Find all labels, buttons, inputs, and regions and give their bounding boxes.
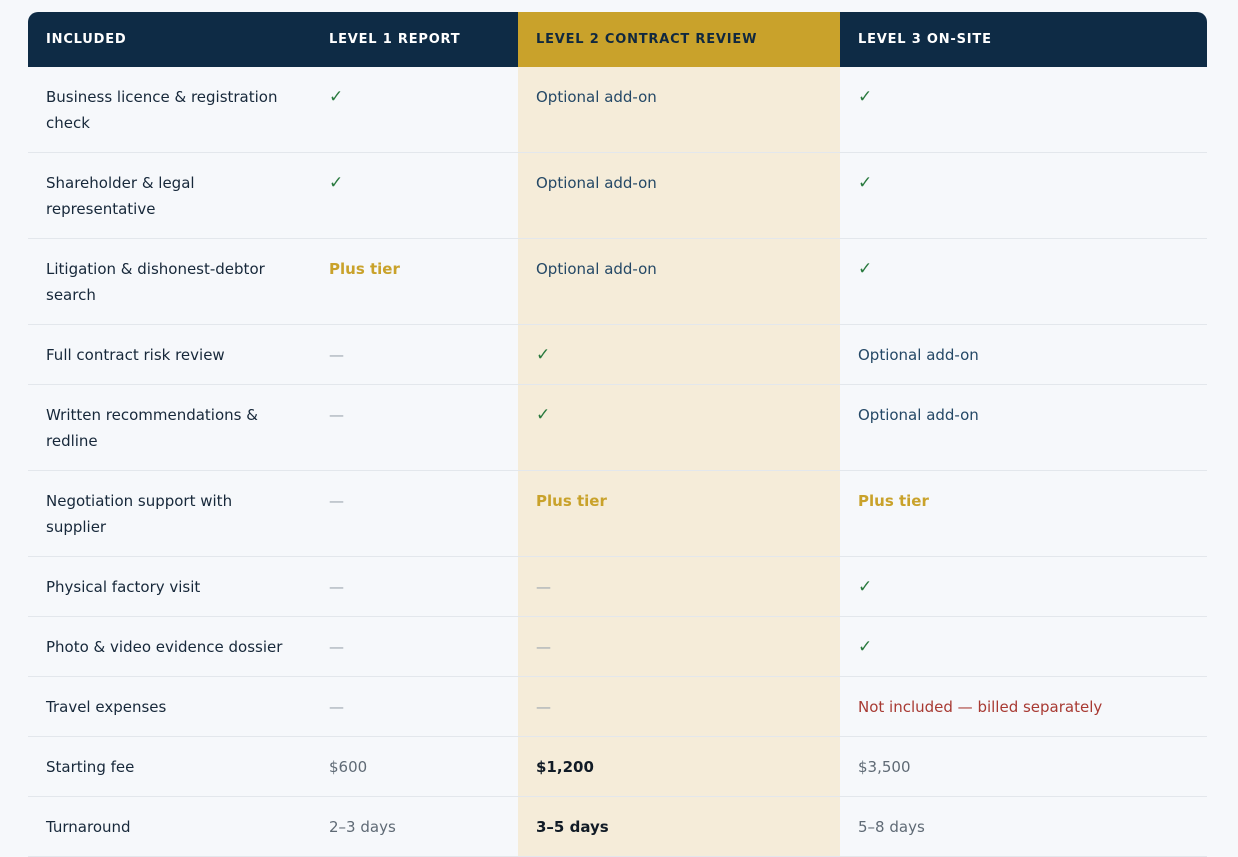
not-available-dash: — [536,698,551,716]
check-icon: ✓ [858,637,873,657]
level-2-cell: Optional add-on [518,152,840,239]
value-text: $600 [329,758,368,776]
optional-addon-text: Optional add-on [858,346,979,364]
plus-tier-badge: Plus tier [536,492,607,510]
optional-addon-text: Optional add-on [536,174,657,192]
service-comparison-table: INCLUDED LEVEL 1 REPORT LEVEL 2 CONTRACT… [28,12,1207,857]
not-available-dash: — [329,698,344,716]
table-row: Full contract risk review — ✓ Optional add-… [28,324,1207,385]
check-icon: ✓ [858,173,873,193]
level-1-cell: ✓ [311,67,518,153]
plus-tier-badge: Plus tier [858,492,929,510]
value-text: 3–5 days [536,818,609,836]
level-3-cell: $3,500 [840,736,1207,797]
level-1-cell: 2–3 days [311,796,518,857]
level-2-cell: ✓ [518,384,840,471]
row-label: Full contract risk review [28,324,311,385]
level-3-cell: 5–8 days [840,796,1207,857]
not-available-dash: — [329,406,344,424]
level-2-cell: ✓ [518,324,840,385]
row-label: Starting fee [28,736,311,797]
table-row: Negotiation support with supplier — Plus t… [28,470,1207,557]
table-row: Physical factory visit — — ✓ [28,556,1207,617]
not-available-dash: — [329,638,344,656]
level-2-cell: $1,200 [518,736,840,797]
row-label: Negotiation support with supplier [28,470,311,557]
level-3-cell: ✓ [840,67,1207,153]
level-2-cell: Plus tier [518,470,840,557]
level-2-cell: — [518,676,840,737]
level-1-cell: — [311,470,518,557]
header-level-2: LEVEL 2 CONTRACT REVIEW [518,12,840,67]
optional-addon-text: Optional add-on [858,406,979,424]
level-3-cell: ✓ [840,238,1207,325]
row-label: Litigation & dishonest-debtor search [28,238,311,325]
level-3-cell: Optional add-on [840,324,1207,385]
row-label: Shareholder & legal representative [28,152,311,239]
value-text: $1,200 [536,758,594,776]
table-row: Litigation & dishonest-debtor search Plus… [28,238,1207,325]
not-available-dash: — [329,346,344,364]
row-label: Photo & video evidence dossier [28,616,311,677]
table-row: Turnaround 2–3 days 3–5 days 5–8 days [28,796,1207,857]
row-label: Business licence & registration check [28,67,311,153]
level-1-cell: — [311,384,518,471]
level-3-cell: ✓ [840,152,1207,239]
level-3-cell: Not included — billed separately [840,676,1207,737]
level-2-cell: 3–5 days [518,796,840,857]
level-3-cell: ✓ [840,556,1207,617]
check-icon: ✓ [329,87,344,107]
header-included: INCLUDED [28,12,311,67]
level-3-cell: Plus tier [840,470,1207,557]
row-label: Physical factory visit [28,556,311,617]
level-2-cell: — [518,616,840,677]
value-text: 2–3 days [329,818,396,836]
row-label: Travel expenses [28,676,311,737]
optional-addon-text: Optional add-on [536,260,657,278]
table-body: Business licence & registration check ✓ Op… [28,67,1207,857]
header-row: INCLUDED LEVEL 1 REPORT LEVEL 2 CONTRACT… [28,12,1207,67]
table-row: Shareholder & legal representative ✓ Optio… [28,152,1207,239]
not-available-dash: — [329,492,344,510]
header-level-3: LEVEL 3 ON-SITE [840,12,1207,67]
row-label: Turnaround [28,796,311,857]
table-header: INCLUDED LEVEL 1 REPORT LEVEL 2 CONTRACT… [28,12,1207,67]
not-available-dash: — [329,578,344,596]
row-label: Written recommendations & redline [28,384,311,471]
table-row: Written recommendations & redline — ✓ Optio… [28,384,1207,471]
level-1-cell: — [311,556,518,617]
level-2-cell: Optional add-on [518,238,840,325]
level-1-cell: ✓ [311,152,518,239]
check-icon: ✓ [536,345,551,365]
level-1-cell: — [311,616,518,677]
not-available-dash: — [536,638,551,656]
table-row: Business licence & registration check ✓ Op… [28,67,1207,153]
level-2-cell: — [518,556,840,617]
table-row: Starting fee $600 $1,200 $3,500 [28,736,1207,797]
value-text: $3,500 [858,758,911,776]
table-row: Photo & video evidence dossier — — ✓ [28,616,1207,677]
level-2-cell: Optional add-on [518,67,840,153]
check-icon: ✓ [329,173,344,193]
check-icon: ✓ [858,87,873,107]
not-included-text: Not included — billed separately [858,698,1103,716]
comparison-table-wrapper: INCLUDED LEVEL 1 REPORT LEVEL 2 CONTRACT… [28,12,1207,857]
level-3-cell: Optional add-on [840,384,1207,471]
level-1-cell: — [311,324,518,385]
level-3-cell: ✓ [840,616,1207,677]
level-1-cell: Plus tier [311,238,518,325]
level-1-cell: $600 [311,736,518,797]
not-available-dash: — [536,578,551,596]
optional-addon-text: Optional add-on [536,88,657,106]
check-icon: ✓ [536,405,551,425]
level-1-cell: — [311,676,518,737]
header-level-1: LEVEL 1 REPORT [311,12,518,67]
check-icon: ✓ [858,259,873,279]
table-row: Travel expenses — — Not included — billed s… [28,676,1207,737]
plus-tier-badge: Plus tier [329,260,400,278]
value-text: 5–8 days [858,818,925,836]
check-icon: ✓ [858,577,873,597]
